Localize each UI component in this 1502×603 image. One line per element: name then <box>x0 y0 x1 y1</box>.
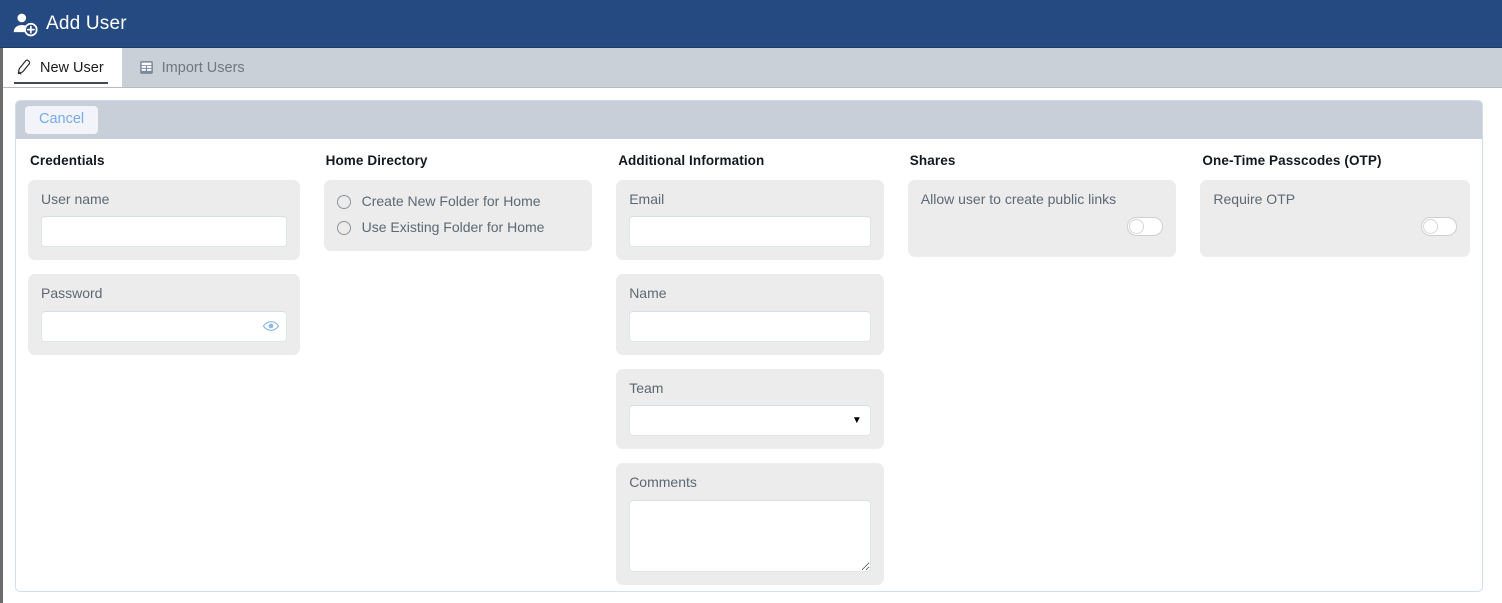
radio-use-existing-folder[interactable]: Use Existing Folder for Home <box>336 219 580 236</box>
otp-heading: One-Time Passcodes (OTP) <box>1202 153 1382 168</box>
eye-icon <box>262 321 279 332</box>
team-select[interactable] <box>629 405 871 437</box>
tab-new-user[interactable]: New User <box>0 48 122 87</box>
home-directory-card: Create New Folder for Home Use Existing … <box>323 180 593 251</box>
page-title: Add User <box>46 13 127 34</box>
password-label: Password <box>41 285 103 302</box>
team-card: Team ▼ <box>616 368 884 450</box>
shares-heading: Shares <box>909 153 956 168</box>
additional-information-heading: Additional Information <box>618 153 765 168</box>
require-otp-toggle-knob <box>1422 219 1438 235</box>
username-label: User name <box>41 191 110 207</box>
tab-strip: New User Import Users <box>0 48 1502 88</box>
team-label: Team <box>629 379 664 396</box>
radio-use-existing-folder-label: Use Existing Folder for Home <box>361 219 545 236</box>
public-links-toggle-knob <box>1129 219 1145 235</box>
require-otp-label: Require OTP <box>1213 191 1296 207</box>
column-additional-information: Additional Information Email Name Team ▼ <box>604 153 896 591</box>
tab-new-user-label: New User <box>40 59 104 76</box>
panel-toolbar: Cancel <box>16 101 1482 139</box>
radio-create-new-folder-label: Create New Folder for Home <box>361 193 541 209</box>
public-links-toggle[interactable] <box>1127 217 1164 237</box>
add-user-icon <box>13 13 38 36</box>
column-home-directory: Home Directory Create New Folder for Hom… <box>312 153 605 591</box>
app-titlebar: Add User <box>0 0 1502 48</box>
tab-import-users[interactable]: Import Users <box>122 48 263 87</box>
require-otp-toggle[interactable] <box>1420 217 1457 237</box>
radio-create-new-folder-dot <box>336 194 351 209</box>
tab-import-users-label: Import Users <box>161 59 245 76</box>
password-input[interactable] <box>41 310 287 342</box>
password-card: Password <box>28 274 300 355</box>
name-card: Name <box>616 274 884 355</box>
public-links-card: Allow user to create public links <box>907 180 1177 257</box>
comments-card: Comments <box>616 463 884 585</box>
column-shares: Shares Allow user to create public links <box>896 153 1189 591</box>
cancel-button[interactable]: Cancel <box>25 106 99 134</box>
window-left-edge <box>0 48 3 603</box>
name-input[interactable] <box>629 310 871 342</box>
home-directory-heading: Home Directory <box>325 153 428 168</box>
credentials-heading: Credentials <box>30 153 105 168</box>
username-card: User name <box>28 180 300 261</box>
form-columns: Credentials User name Password Home Dire… <box>16 139 1482 591</box>
public-links-label: Allow user to create public links <box>920 191 1117 207</box>
require-otp-card: Require OTP <box>1200 180 1470 257</box>
radio-create-new-folder[interactable]: Create New Folder for Home <box>336 193 580 209</box>
column-credentials: Credentials User name Password <box>16 153 312 591</box>
spreadsheet-icon <box>139 61 153 74</box>
add-user-panel: Cancel Credentials User name Password Ho… <box>15 100 1483 592</box>
email-card: Email <box>616 180 884 261</box>
comments-textarea[interactable] <box>629 499 871 572</box>
pencil-icon <box>17 59 31 75</box>
comments-label: Comments <box>629 474 697 491</box>
email-label: Email <box>629 191 665 207</box>
column-otp: One-Time Passcodes (OTP) Require OTP <box>1188 153 1482 591</box>
email-input[interactable] <box>629 216 871 248</box>
username-input[interactable] <box>41 216 287 248</box>
name-label: Name <box>629 285 667 302</box>
radio-use-existing-folder-dot <box>336 221 351 236</box>
toggle-password-visibility-button[interactable] <box>261 316 281 336</box>
